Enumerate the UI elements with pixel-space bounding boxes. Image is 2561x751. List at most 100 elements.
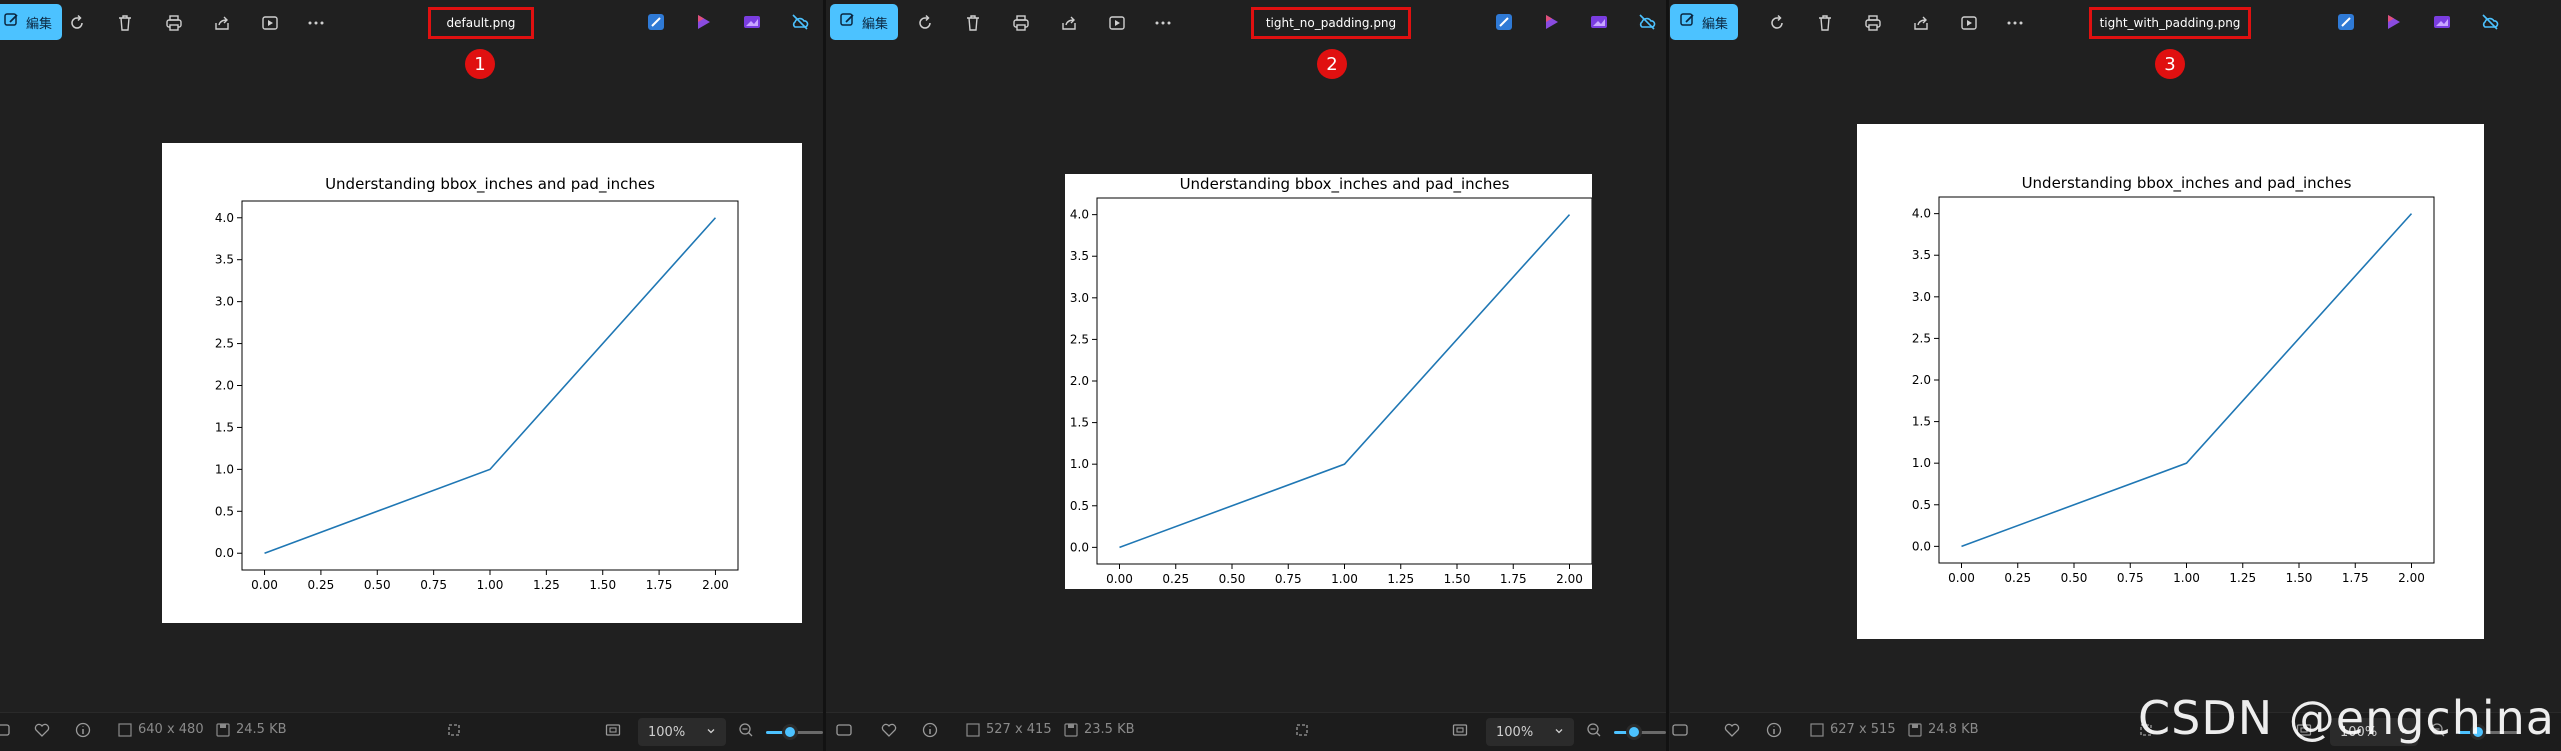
image-dimensions: 527 x 415 (966, 722, 1052, 737)
info-icon[interactable] (1766, 722, 1782, 738)
y-tick-label: 3.5 (1070, 249, 1089, 263)
favorite-icon[interactable] (1724, 722, 1740, 738)
favorite-icon[interactable] (34, 722, 50, 738)
filmstrip-icon[interactable] (0, 722, 10, 738)
paint-icon[interactable] (1494, 12, 1514, 32)
edit-button[interactable]: 編集 (1670, 4, 1738, 40)
actual-size-icon[interactable] (605, 722, 621, 738)
edit-button[interactable]: 編集 (830, 4, 898, 40)
filename-text: tight_with_padding.png (2099, 16, 2241, 30)
dimensions-icon (118, 722, 132, 737)
filename-title: default.png (428, 7, 534, 39)
more-icon[interactable] (1152, 12, 1174, 34)
top-toolbar: 編集 tight_no_padding.png 2 (826, 0, 1666, 79)
x-tick-label: 1.75 (1500, 572, 1527, 586)
edit-button[interactable]: 編集 (0, 4, 62, 40)
actual-size-icon[interactable] (1452, 722, 1468, 738)
share-icon[interactable] (211, 12, 233, 34)
edit-label: 編集 (1702, 16, 1729, 32)
paint-icon[interactable] (2336, 12, 2356, 32)
photos-editor-icon[interactable] (2432, 12, 2452, 32)
more-icon[interactable] (305, 12, 327, 34)
slideshow-icon[interactable] (259, 12, 281, 34)
dimensions-text: 627 x 515 (1830, 722, 1896, 737)
chevron-down-icon (706, 725, 716, 740)
print-icon[interactable] (1010, 12, 1032, 34)
plot-frame (1096, 197, 1592, 565)
delete-icon[interactable] (962, 12, 984, 34)
zoom-out-icon[interactable] (738, 722, 754, 738)
x-tick-label: 0.50 (2061, 571, 2088, 585)
more-icon[interactable] (2004, 12, 2026, 34)
y-tick-label: 0.0 (215, 546, 234, 560)
photos-editor-icon[interactable] (742, 12, 762, 32)
photos-editor-icon[interactable] (1589, 12, 1609, 32)
filmstrip-icon[interactable] (1672, 722, 1688, 738)
clipchamp-icon[interactable] (1542, 12, 1562, 32)
rotate-icon[interactable] (66, 12, 88, 34)
y-tick-label: 4.0 (1070, 208, 1089, 222)
zoom-value: 100% (648, 724, 686, 740)
clipchamp-icon[interactable] (2384, 12, 2404, 32)
rotate-icon[interactable] (1766, 12, 1788, 34)
y-tick-label: 1.5 (1070, 416, 1089, 430)
series-line (264, 217, 717, 554)
info-icon[interactable] (922, 722, 938, 738)
x-tick-label: 1.00 (1331, 572, 1358, 586)
chart-title: Understanding bbox_inches and pad_inches (1180, 175, 1510, 194)
edit-label: 編集 (862, 16, 889, 32)
y-tick-label: 2.5 (215, 337, 234, 351)
y-tick-label: 1.0 (215, 462, 234, 476)
cloud-off-icon[interactable] (790, 12, 810, 32)
chart-title: Understanding bbox_inches and pad_inches (2022, 174, 2352, 193)
y-tick-label: 3.5 (1912, 248, 1931, 262)
zoom-dropdown[interactable]: 100% (638, 718, 726, 746)
clipchamp-icon[interactable] (694, 12, 714, 32)
y-tick-label: 2.0 (215, 379, 234, 393)
x-tick-label: 1.50 (589, 578, 616, 592)
filmstrip-icon[interactable] (836, 722, 852, 738)
slideshow-icon[interactable] (1958, 12, 1980, 34)
rotate-icon[interactable] (914, 12, 936, 34)
x-tick-label: 0.75 (2117, 571, 2144, 585)
y-tick-label: 1.5 (215, 420, 234, 434)
top-toolbar: 編集 tight_with_padding.png 3 (1670, 0, 2561, 79)
filename-title: tight_with_padding.png (2089, 7, 2251, 39)
delete-icon[interactable] (114, 12, 136, 34)
x-tick-label: 1.00 (477, 578, 504, 592)
x-tick-label: 0.25 (2004, 571, 2031, 585)
zoom-slider-thumb[interactable] (782, 724, 798, 740)
zoom-dropdown[interactable]: 100% (1486, 718, 1574, 746)
share-icon[interactable] (1910, 12, 1932, 34)
x-tick-label: 1.00 (2173, 571, 2200, 585)
zoom-slider-thumb[interactable] (1626, 724, 1642, 740)
fit-view-icon[interactable] (446, 722, 462, 738)
chevron-down-icon (1554, 725, 1564, 740)
x-tick-label: 1.50 (2286, 571, 2313, 585)
cloud-off-icon[interactable] (2480, 12, 2500, 32)
info-icon[interactable] (75, 722, 91, 738)
fit-view-icon[interactable] (1294, 722, 1310, 738)
print-icon[interactable] (1862, 12, 1884, 34)
share-icon[interactable] (1058, 12, 1080, 34)
y-tick-label: 4.0 (1912, 207, 1931, 221)
paint-icon[interactable] (646, 12, 666, 32)
y-tick-label: 0.5 (1912, 498, 1931, 512)
viewer-pane-tight-no-padding: 編集 tight_no_padding.png 2 Understanding … (826, 0, 1666, 751)
print-icon[interactable] (163, 12, 185, 34)
disk-icon (1064, 722, 1078, 737)
viewer-pane-default: 編集 default.png 1 Understanding bbox_inch… (0, 0, 823, 751)
x-tick-label: 0.75 (1275, 572, 1302, 586)
y-tick-label: 2.0 (1912, 373, 1931, 387)
cloud-off-icon[interactable] (1637, 12, 1657, 32)
chart-title: Understanding bbox_inches and pad_inches (325, 175, 655, 194)
zoom-out-icon[interactable] (1586, 722, 1602, 738)
annotation-badge: 1 (465, 49, 495, 79)
delete-icon[interactable] (1814, 12, 1836, 34)
favorite-icon[interactable] (881, 722, 897, 738)
y-tick-label: 1.0 (1912, 456, 1931, 470)
x-tick-label: 2.00 (2398, 571, 2425, 585)
slideshow-icon[interactable] (1106, 12, 1128, 34)
image-canvas: Understanding bbox_inches and pad_inches… (1857, 124, 2484, 639)
filename-text: default.png (446, 16, 516, 30)
